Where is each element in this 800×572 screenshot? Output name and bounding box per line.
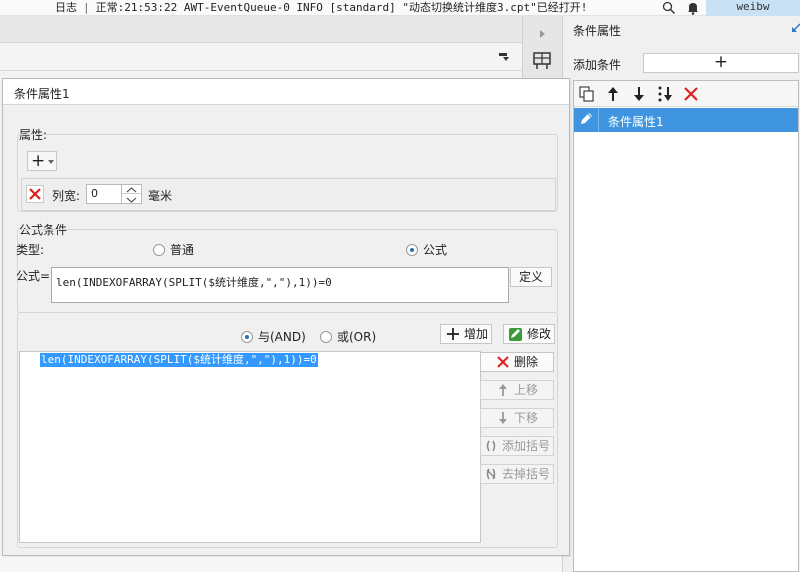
- collapse-icon[interactable]: [791, 22, 800, 36]
- modify-button-label: 修改: [527, 327, 552, 341]
- spinner-buttons: [121, 184, 141, 204]
- formula-label: 公式=: [16, 269, 51, 283]
- type-formula-radio[interactable]: 公式: [406, 241, 447, 258]
- editor-footer: [0, 556, 573, 572]
- define-button[interactable]: 定义: [510, 267, 552, 287]
- move-up-icon: [497, 383, 509, 402]
- add-property-button[interactable]: +: [27, 151, 57, 171]
- expand-arrow-icon[interactable]: [540, 30, 545, 38]
- separator: |: [83, 1, 90, 14]
- spinner-down-icon[interactable]: [122, 194, 141, 204]
- status-bar: 日志 | 正常:21:53:22 AWT-EventQueue-0 INFO [st…: [0, 0, 800, 16]
- condition-attribute-editor: 条件属性1 属性: + 列宽: 0 毫米 公式条件 类型: 普通 公式 公式= …: [2, 78, 570, 556]
- move-down-label: 下移: [514, 411, 539, 425]
- delete-icon: [496, 355, 510, 374]
- remove-bracket-button[interactable]: 去掉括号: [480, 464, 554, 484]
- type-normal-label: 普通: [170, 243, 195, 257]
- log-label[interactable]: 日志: [55, 1, 77, 14]
- list-item-selected[interactable]: 条件属性1: [574, 108, 798, 132]
- user-name[interactable]: weibw: [706, 0, 800, 16]
- add-bracket-button[interactable]: 添加括号: [480, 436, 554, 456]
- move-down-button[interactable]: 下移: [480, 408, 554, 428]
- condition-list-item[interactable]: len(INDEXOFARRAY(SPLIT($统计维度,","),1))=0: [40, 353, 318, 367]
- unit-label: 毫米: [148, 189, 173, 203]
- delete-icon[interactable]: [682, 85, 700, 103]
- radio-circle: [320, 330, 332, 343]
- delete-property-icon[interactable]: [26, 185, 44, 203]
- condition-list[interactable]: len(INDEXOFARRAY(SPLIT($统计维度,","),1))=0: [19, 351, 481, 543]
- tab-title: 条件属性1: [14, 87, 70, 101]
- type-normal-radio[interactable]: 普通: [153, 241, 194, 258]
- editor-subtoolbar: [0, 43, 522, 71]
- and-label: 与(AND): [258, 330, 306, 344]
- move-up-icon[interactable]: [604, 85, 622, 103]
- spinner-up-icon[interactable]: [122, 184, 141, 194]
- delete-button[interactable]: 删除: [480, 352, 554, 372]
- copy-icon[interactable]: [578, 85, 596, 103]
- condition-attributes-panel: 条件属性 添加条件 + 条件属性1: [562, 16, 800, 572]
- remove-bracket-label: 去掉括号: [502, 467, 551, 481]
- add-button[interactable]: 增加: [440, 324, 492, 344]
- add-condition-label: 添加条件: [573, 58, 622, 72]
- or-radio[interactable]: 或(OR): [320, 328, 376, 345]
- column-width-value[interactable]: 0: [91, 187, 98, 200]
- search-icon[interactable]: [662, 1, 676, 15]
- list-item-label: 条件属性1: [608, 115, 664, 129]
- status-text: 正常:21:53:22 AWT-EventQueue-0 INFO [stand…: [95, 1, 588, 14]
- modify-icon: [508, 327, 523, 347]
- add-button-label: 增加: [464, 327, 489, 341]
- radio-circle-checked: [406, 243, 418, 256]
- status-line: 日志 | 正常:21:53:22 AWT-EventQueue-0 INFO [st…: [55, 1, 587, 15]
- type-formula-label: 公式: [423, 243, 448, 257]
- panel-title: 条件属性: [573, 24, 622, 38]
- tab-condition-attribute[interactable]: 条件属性1: [3, 79, 569, 105]
- type-label: 类型:: [16, 243, 45, 257]
- edit-pencil-icon: [579, 112, 593, 129]
- list-toolbar: [574, 81, 798, 107]
- add-condition-button[interactable]: +: [643, 53, 799, 73]
- formula-input[interactable]: len(INDEXOFARRAY(SPLIT($统计维度,","),1))=0: [51, 267, 509, 303]
- formula-text: len(INDEXOFARRAY(SPLIT($统计维度,","),1))=0: [56, 276, 332, 289]
- bracket-icon: [484, 439, 498, 458]
- delete-button-label: 删除: [514, 355, 539, 369]
- property-row-column-width: 列宽: 0 毫米: [21, 178, 556, 211]
- divider: [598, 108, 599, 132]
- layout-grid-icon[interactable]: [533, 52, 551, 73]
- move-down-icon: [497, 411, 509, 430]
- editor-toolbar: [0, 16, 522, 43]
- sort-icon[interactable]: [656, 85, 674, 103]
- modify-button[interactable]: 修改: [503, 324, 555, 344]
- move-up-button[interactable]: 上移: [480, 380, 554, 400]
- radio-circle-checked: [241, 330, 253, 343]
- or-label: 或(OR): [337, 330, 377, 344]
- column-width-label: 列宽:: [52, 189, 81, 203]
- bell-icon[interactable]: [686, 1, 700, 15]
- plus-icon: [446, 327, 460, 346]
- move-down-icon[interactable]: [630, 85, 648, 103]
- chevron-down-icon: [48, 160, 54, 164]
- column-width-spinner[interactable]: 0: [86, 184, 142, 204]
- dropdown-arrow-icon[interactable]: [498, 51, 510, 66]
- radio-circle: [153, 243, 165, 256]
- plus-icon: +: [31, 151, 46, 171]
- and-radio[interactable]: 与(AND): [241, 328, 306, 345]
- remove-bracket-icon: [484, 467, 498, 486]
- condition-list-panel: 条件属性1: [573, 80, 799, 572]
- move-up-label: 上移: [514, 383, 539, 397]
- add-bracket-label: 添加括号: [502, 439, 551, 453]
